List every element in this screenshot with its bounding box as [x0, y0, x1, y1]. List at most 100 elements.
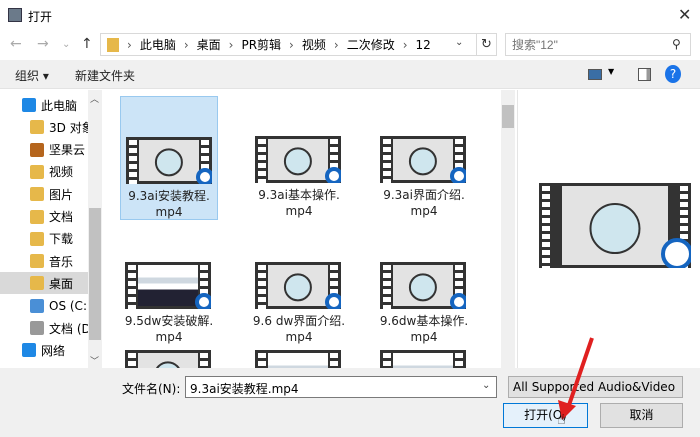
filename-input[interactable]: 9.3ai安装教程.mp4: [185, 376, 497, 398]
nutstore-icon: [30, 142, 44, 157]
sidebar-item-label: 图片: [49, 187, 74, 202]
film-holes: [128, 262, 136, 309]
breadcrumb-separator-icon: ›: [402, 37, 408, 52]
back-icon[interactable]: ←: [10, 36, 22, 52]
view-icon[interactable]: [588, 69, 602, 80]
file-item[interactable]: 9.6dw基本操作. mp4: [375, 262, 473, 348]
sidebar-item[interactable]: 文档: [0, 206, 88, 228]
file-item[interactable]: 9.3ai安装教程. mp4: [120, 96, 218, 220]
file-item[interactable]: [120, 348, 218, 368]
sidebar-item-label: 坚果云: [49, 143, 86, 158]
video-thumbnail: [255, 262, 341, 309]
file-item[interactable]: 9.3ai界面介绍. mp4: [375, 96, 473, 220]
file-item[interactable]: [375, 348, 473, 368]
refresh-button[interactable]: ↻: [477, 33, 497, 56]
logo-circle: [283, 146, 313, 176]
desktop-folder-icon: [30, 276, 44, 291]
navigation-pane: 此电脑 3D 对象坚果云视频图片文档下载音乐桌面 OS (C:) 文档 (D: 网络: [0, 90, 88, 368]
thumbnail-screen: [267, 139, 329, 180]
film-holes: [383, 262, 391, 309]
organize-button[interactable]: 组织 ▾: [15, 67, 49, 84]
close-icon[interactable]: ✕: [678, 5, 691, 24]
breadcrumb-item[interactable]: 此电脑: [140, 36, 176, 53]
help-icon[interactable]: ?: [665, 65, 681, 83]
sidebar-item[interactable]: 音乐: [0, 250, 88, 272]
video-thumbnail: [380, 136, 466, 183]
content-scrollbar[interactable]: [501, 90, 515, 368]
breadcrumb-item[interactable]: 12: [416, 38, 431, 52]
sidebar-scroll-thumb[interactable]: [89, 208, 101, 340]
breadcrumb-separator-icon: ›: [333, 37, 339, 52]
scroll-up-icon[interactable]: ︿: [90, 92, 99, 105]
3d-objects-icon: [30, 120, 44, 135]
content-scroll-thumb[interactable]: [502, 105, 514, 128]
thumbnail-screen: [392, 139, 454, 180]
film-holes: [542, 183, 550, 268]
sidebar-item[interactable]: 下载: [0, 228, 88, 250]
address-bar[interactable]: › 此电脑 › 桌面 › PR剪辑 › 视频 › 二次修改 › 12: [100, 33, 477, 56]
sidebar-item-label: 音乐: [49, 254, 74, 269]
quicktime-icon: [196, 168, 212, 184]
thumbnail-screen: [392, 265, 454, 306]
breadcrumb-item[interactable]: 视频: [302, 36, 326, 53]
chevron-down-icon[interactable]: ⌄: [455, 37, 463, 48]
file-name: 9.3ai基本操作.: [258, 188, 340, 202]
sidebar-item[interactable]: 3D 对象: [0, 116, 88, 138]
logo-circle: [153, 360, 183, 368]
sidebar-item[interactable]: 视频: [0, 161, 88, 183]
quicktime-icon: [325, 167, 341, 183]
file-name: 9.3ai安装教程.: [128, 189, 210, 203]
forward-icon[interactable]: →: [37, 36, 49, 52]
title-bar: [0, 0, 700, 32]
pictures-folder-icon: [30, 187, 44, 202]
cancel-button[interactable]: 取消: [600, 403, 683, 428]
quicktime-icon: [450, 167, 466, 183]
chevron-down-icon[interactable]: ⌄: [482, 380, 490, 391]
breadcrumb-separator-icon: ›: [228, 37, 234, 52]
search-icon[interactable]: ⚲: [672, 37, 681, 51]
thumbnail-screen: [392, 353, 454, 368]
logo-circle: [408, 146, 438, 176]
video-thumbnail: [125, 350, 211, 368]
file-name: mp4: [155, 330, 183, 344]
sidebar-item[interactable]: 此电脑: [0, 94, 88, 116]
file-name: 9.5dw安装破解.: [124, 314, 214, 328]
film-holes: [129, 137, 137, 184]
sidebar-item[interactable]: 桌面: [0, 272, 88, 295]
file-name: mp4: [285, 204, 313, 218]
file-name: 9.6dw基本操作.: [379, 314, 469, 328]
logo-circle: [283, 272, 313, 302]
preview-pane-icon[interactable]: [638, 68, 651, 81]
sidebar-item-label: 3D 对象: [49, 120, 88, 135]
view-dropdown-icon[interactable]: ▼: [608, 67, 614, 76]
thumbnail-screen: [267, 353, 329, 368]
file-item[interactable]: [250, 348, 348, 368]
breadcrumb-item[interactable]: PR剪辑: [241, 36, 281, 53]
sidebar-item-label: 网络: [41, 343, 66, 358]
sidebar-item[interactable]: 文档 (D:: [0, 317, 88, 339]
breadcrumb-item[interactable]: 桌面: [197, 36, 221, 53]
scroll-down-icon[interactable]: ﹀: [90, 354, 99, 367]
thumbnail-screen: [561, 186, 669, 265]
sidebar-item[interactable]: 网络: [0, 339, 88, 361]
video-thumbnail: [126, 137, 212, 184]
sidebar-item[interactable]: 图片: [0, 183, 88, 205]
file-item[interactable]: 9.6 dw界面介绍. mp4: [250, 262, 348, 348]
video-thumbnail: [255, 350, 341, 368]
logo-circle: [589, 202, 641, 254]
preview-pane: [517, 90, 700, 368]
up-icon[interactable]: ↑: [81, 36, 93, 52]
breadcrumb-item[interactable]: 二次修改: [347, 36, 395, 53]
sidebar-item[interactable]: OS (C:): [0, 295, 88, 317]
file-item[interactable]: 9.5dw安装破解. mp4: [120, 262, 218, 348]
arrow-shaft: [566, 337, 594, 409]
search-input[interactable]: [505, 33, 691, 56]
new-folder-button[interactable]: 新建文件夹: [75, 67, 135, 84]
recent-chevron-icon[interactable]: ⌄: [62, 39, 70, 50]
sidebar-item-label: OS (C:): [49, 298, 88, 313]
sidebar-item[interactable]: 坚果云: [0, 139, 88, 161]
thumbnail-screen: [137, 353, 199, 368]
file-item[interactable]: 9.3ai基本操作. mp4: [250, 96, 348, 220]
drive-c-icon: [30, 298, 44, 313]
breadcrumb-separator-icon: ›: [183, 37, 189, 52]
